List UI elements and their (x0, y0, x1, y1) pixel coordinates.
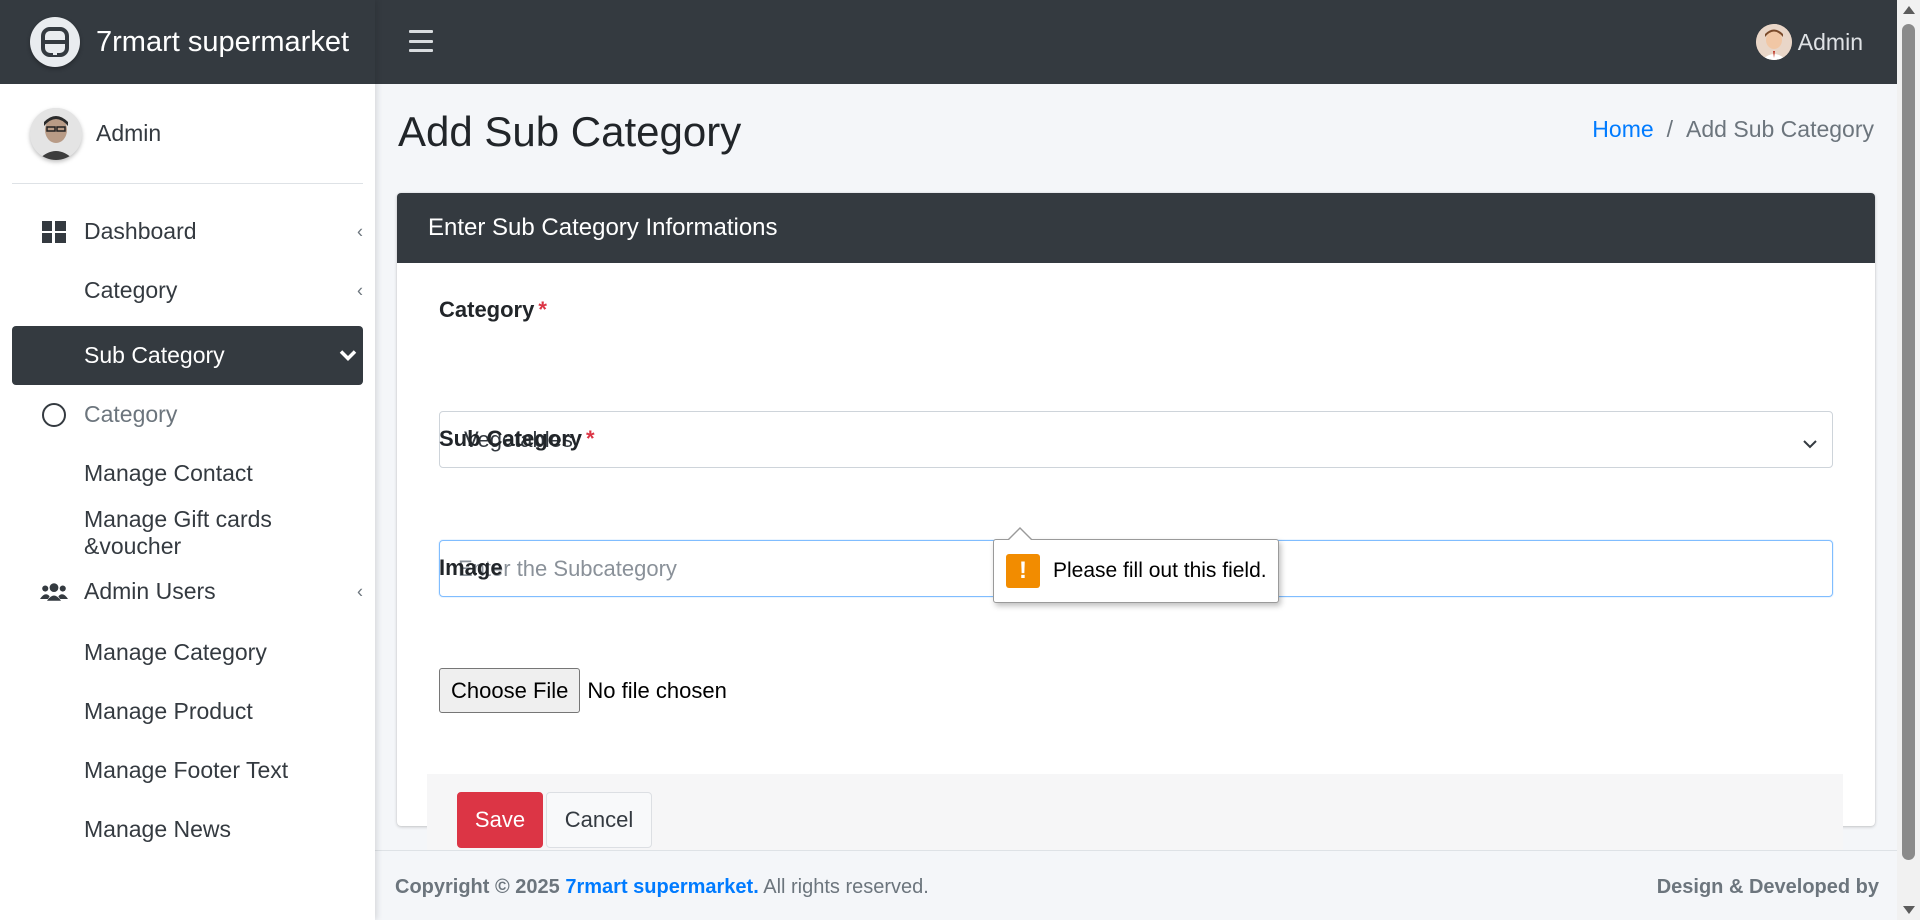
category-select[interactable]: Vegetables (439, 411, 1833, 468)
sidebar-item-label: Manage Footer Text (84, 757, 289, 783)
chevron-down-icon (339, 345, 357, 366)
footer-design-credit: Design & Developed by (1656, 876, 1879, 898)
cancel-button[interactable]: Cancel (546, 792, 652, 848)
sidebar-item-label: Category (84, 277, 178, 303)
choose-file-button[interactable]: Choose File (439, 668, 581, 713)
sidebar-item-label: Sub Category (84, 342, 225, 368)
sidebar-item-gift-cards[interactable]: Manage Gift cards &voucher (12, 503, 363, 562)
top-user-name: Admin (1797, 28, 1863, 55)
chevron-left-icon: ‹ (357, 581, 363, 601)
sidebar-item-admin-users[interactable]: Admin Users ‹ (12, 562, 363, 621)
image-label: Image (439, 555, 503, 580)
sidebar-item-label: Manage Contact (84, 460, 253, 486)
scroll-thumb[interactable] (1902, 24, 1915, 860)
chevron-left-icon: ‹ (357, 280, 363, 300)
sidebar-item-label: Manage Gift cards &voucher (84, 505, 272, 559)
category-label-text: Category (439, 297, 535, 322)
sidebar-item-dashboard[interactable]: Dashboard ‹ (12, 202, 363, 261)
avatar (1755, 24, 1792, 60)
file-status-text: No file chosen (587, 677, 727, 703)
warning-icon: ! (1006, 554, 1040, 588)
sidebar-item-label: Dashboard (84, 218, 197, 244)
sidebar-item-sub-category[interactable]: Sub Category (12, 326, 363, 385)
validation-tooltip: ! Please fill out this field. (993, 527, 1279, 603)
sidebar-item-manage-news[interactable]: Manage News (12, 800, 363, 859)
required-marker: * (586, 426, 595, 451)
footer-rights: All rights reserved. (763, 876, 929, 898)
brand-link[interactable]: 7rmart supermarket (0, 0, 375, 84)
subcategory-label: Sub Category * (439, 426, 595, 452)
sidebar-item-manage-category[interactable]: Manage Category (12, 623, 363, 682)
card-header: Enter Sub Category Informations (397, 193, 1875, 263)
footer-brand-link[interactable]: 7rmart supermarket. (565, 876, 758, 898)
breadcrumb-current: Add Sub Category (1686, 116, 1874, 142)
dashboard-icon (40, 218, 68, 246)
sidebar-item-label: Manage Product (84, 698, 253, 724)
page-footer: Copyright © 2025 7rmart supermarket. All… (375, 850, 1897, 920)
brand-logo-icon (30, 17, 80, 67)
sidebar-item-label: Manage Category (84, 639, 267, 665)
sidebar-item-manage-contact[interactable]: Manage Contact (12, 444, 363, 503)
sidebar-item-label: Category (84, 401, 178, 427)
copyright-text: Copyright © 2025 (395, 876, 560, 898)
sidebar-user-name: Admin (96, 120, 162, 146)
breadcrumb-separator: / (1666, 116, 1674, 142)
scroll-up-icon[interactable] (1903, 6, 1915, 14)
save-button[interactable]: Save (457, 792, 543, 848)
sidebar-item-label: Admin Users (84, 578, 216, 604)
sidebar-item-category[interactable]: Category ‹ (12, 261, 363, 320)
sidebar-item-sub-category-child[interactable]: Category (12, 385, 363, 444)
sidebar-nav: Dashboard ‹ Category ‹ Sub Category Cate… (0, 184, 375, 859)
category-label: Category * (439, 297, 547, 323)
sidebar-item-manage-footer-text[interactable]: Manage Footer Text (12, 741, 363, 800)
form-card: Enter Sub Category Informations Category… (397, 193, 1875, 866)
top-navbar: Admin (375, 0, 1897, 84)
scroll-down-icon[interactable] (1903, 906, 1915, 914)
validation-message: Please fill out this field. (1053, 559, 1267, 582)
sidebar-user-panel[interactable]: Admin (12, 84, 363, 184)
breadcrumb: Home / Add Sub Category (1592, 116, 1874, 143)
brand-name: 7rmart supermarket (96, 25, 350, 58)
page-title: Add Sub Category (398, 108, 742, 155)
image-file-input[interactable]: Choose File No file chosen (439, 668, 727, 713)
subcategory-label-text: Sub Category (439, 426, 583, 451)
page-scrollbar[interactable] (1897, 0, 1920, 920)
sidebar: 7rmart supermarket Admin Dashboard ‹ Cat… (0, 0, 375, 920)
breadcrumb-home-link[interactable]: Home (1592, 116, 1653, 143)
top-user-menu[interactable]: Admin (1755, 24, 1863, 60)
required-marker: * (538, 297, 547, 322)
chevron-left-icon: ‹ (357, 221, 363, 241)
footer-copyright: Copyright © 2025 7rmart supermarket. All… (395, 876, 929, 899)
sidebar-item-manage-product[interactable]: Manage Product (12, 682, 363, 741)
menu-toggle-icon[interactable] (409, 30, 433, 52)
users-icon (40, 578, 68, 606)
circle-icon (40, 401, 68, 429)
avatar (30, 107, 82, 160)
chevron-down-icon (1802, 430, 1818, 456)
sidebar-item-label: Manage News (84, 816, 232, 842)
